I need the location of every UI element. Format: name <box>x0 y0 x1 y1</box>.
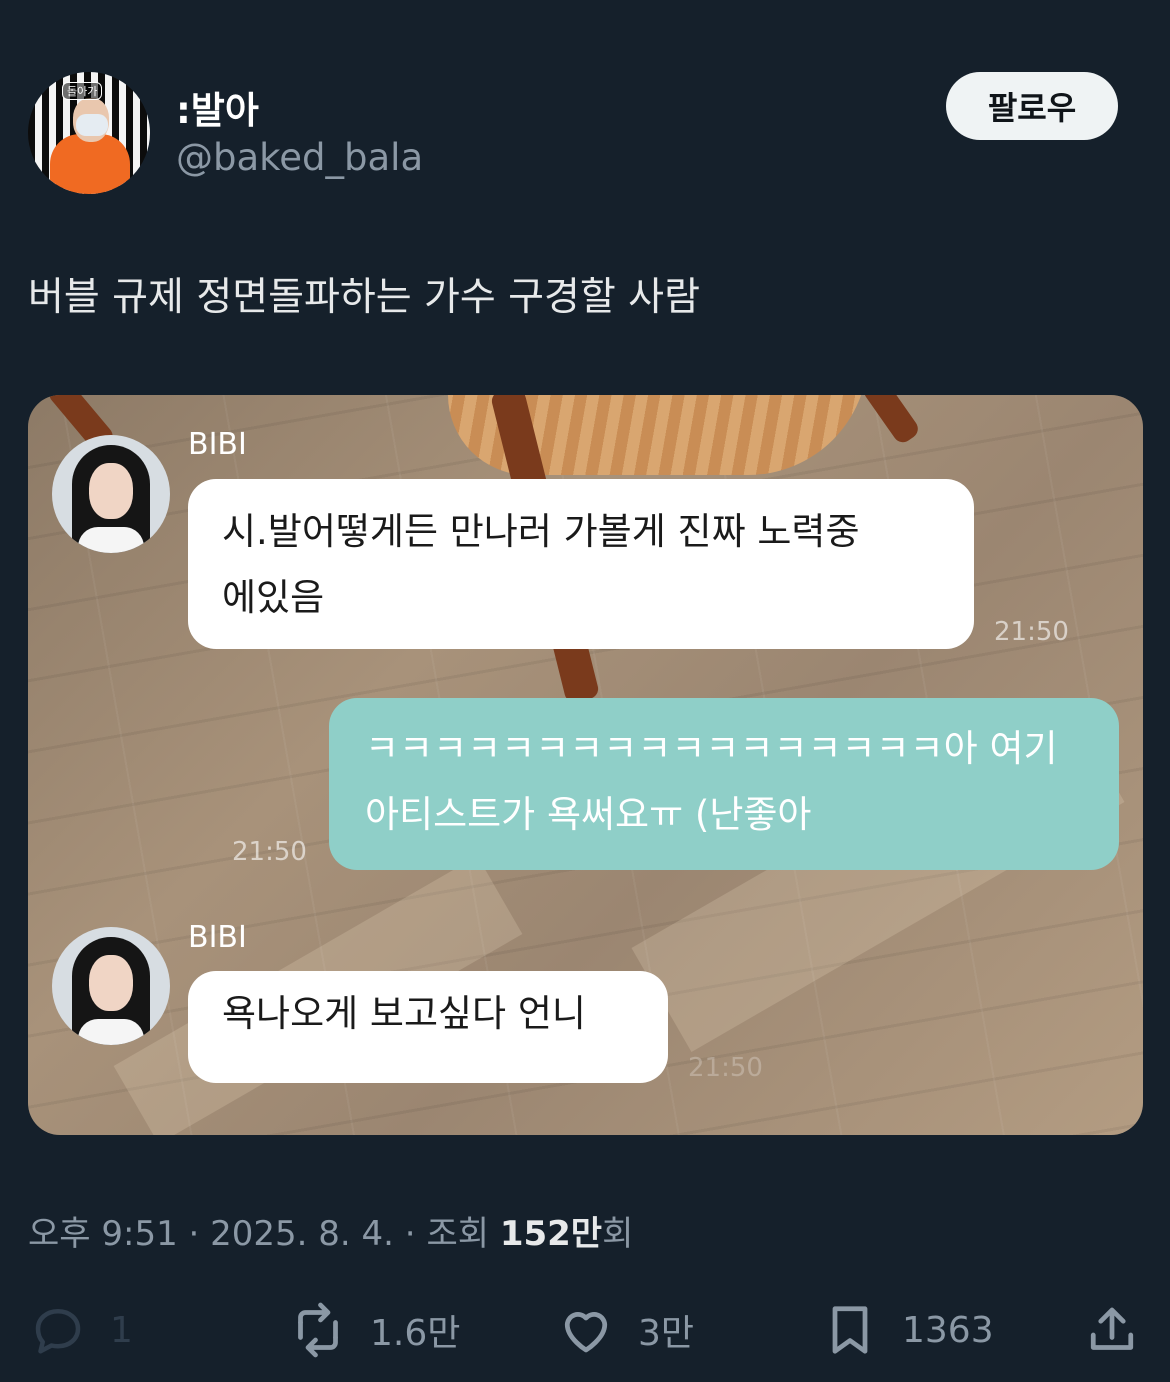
heart-icon <box>564 1312 608 1353</box>
sender-name: BIBI <box>188 920 247 955</box>
views-label: 조회 <box>426 1214 489 1254</box>
retweet-icon <box>298 1302 338 1358</box>
bookmark-button[interactable]: 1363 <box>820 1300 994 1360</box>
views-suffix: 회 <box>602 1214 634 1254</box>
meta-separator: · <box>177 1214 211 1254</box>
reply-count: 1 <box>110 1309 133 1351</box>
chat-bubble-incoming: 욕나오게 보고싶다 언니 <box>188 971 668 1083</box>
chat-timestamp: 21:50 <box>232 837 307 867</box>
avatar-figure-body <box>50 134 130 194</box>
tweet-text: 버블 규제 정면돌파하는 가수 구경할 사람 <box>28 275 700 320</box>
like-count: 3만 <box>638 1313 695 1354</box>
chat-line: ㅋㅋㅋㅋㅋㅋㅋㅋㅋㅋㅋㅋㅋㅋㅋㅋㅋ아 여기 <box>365 727 1058 770</box>
sender-name: BIBI <box>188 427 247 462</box>
author-avatar[interactable]: 돌아가 <box>28 72 150 194</box>
retweet-button[interactable]: 1.6만 <box>288 1300 460 1360</box>
share-button[interactable] <box>1082 1300 1142 1360</box>
chat-timestamp: 21:50 <box>994 617 1069 647</box>
chat-bubble-incoming: 시.발어떻게든 만나러 가볼게 진짜 노력중 에있음 <box>188 479 974 649</box>
like-button[interactable]: 3만 <box>556 1300 694 1360</box>
share-icon <box>1090 1307 1134 1350</box>
chat-line: 시.발어떻게든 만나러 가볼게 진짜 노력중 <box>222 510 860 553</box>
author-handle[interactable]: @baked_bala <box>176 136 423 179</box>
avatar-figure-mask <box>76 114 108 136</box>
bibi-avatar <box>52 435 170 553</box>
author-display-name[interactable]: :발아 <box>176 80 259 134</box>
chat-bubble-outgoing: ㅋㅋㅋㅋㅋㅋㅋㅋㅋㅋㅋㅋㅋㅋㅋㅋㅋ아 여기 아티스트가 욕써요ㅠ (난좋아 <box>329 698 1119 870</box>
views-count: 152만 <box>499 1214 603 1254</box>
meta-separator: · <box>394 1214 427 1254</box>
chat-line: 욕나오게 보고싶다 언니 <box>222 992 586 1035</box>
follow-button[interactable]: 팔로우 <box>946 72 1118 140</box>
tweet-date[interactable]: 2025. 8. 4. <box>210 1214 394 1254</box>
chat-line: 에있음 <box>222 576 325 619</box>
avatar-caption: 돌아가 <box>62 82 103 100</box>
chat-timestamp: 21:50 <box>688 1053 763 1083</box>
tweet-media-image[interactable]: BIBI 시.발어떻게든 만나러 가볼게 진짜 노력중 에있음 21:50 ㅋㅋ… <box>28 395 1143 1135</box>
chair-leg-detail <box>860 395 922 447</box>
tweet-time[interactable]: 오후 9:51 <box>28 1214 178 1254</box>
bookmark-icon <box>832 1306 868 1354</box>
chat-line: 아티스트가 욕써요ㅠ (난좋아 <box>365 793 812 836</box>
reply-button[interactable]: 1 <box>28 1300 133 1360</box>
bibi-avatar <box>52 927 170 1045</box>
bookmark-count: 1363 <box>902 1309 994 1351</box>
reply-icon <box>35 1309 81 1354</box>
tweet-meta: 오후 9:51 · 2025. 8. 4. · 조회 152만회 <box>28 1206 633 1255</box>
retweet-count: 1.6만 <box>370 1313 461 1354</box>
